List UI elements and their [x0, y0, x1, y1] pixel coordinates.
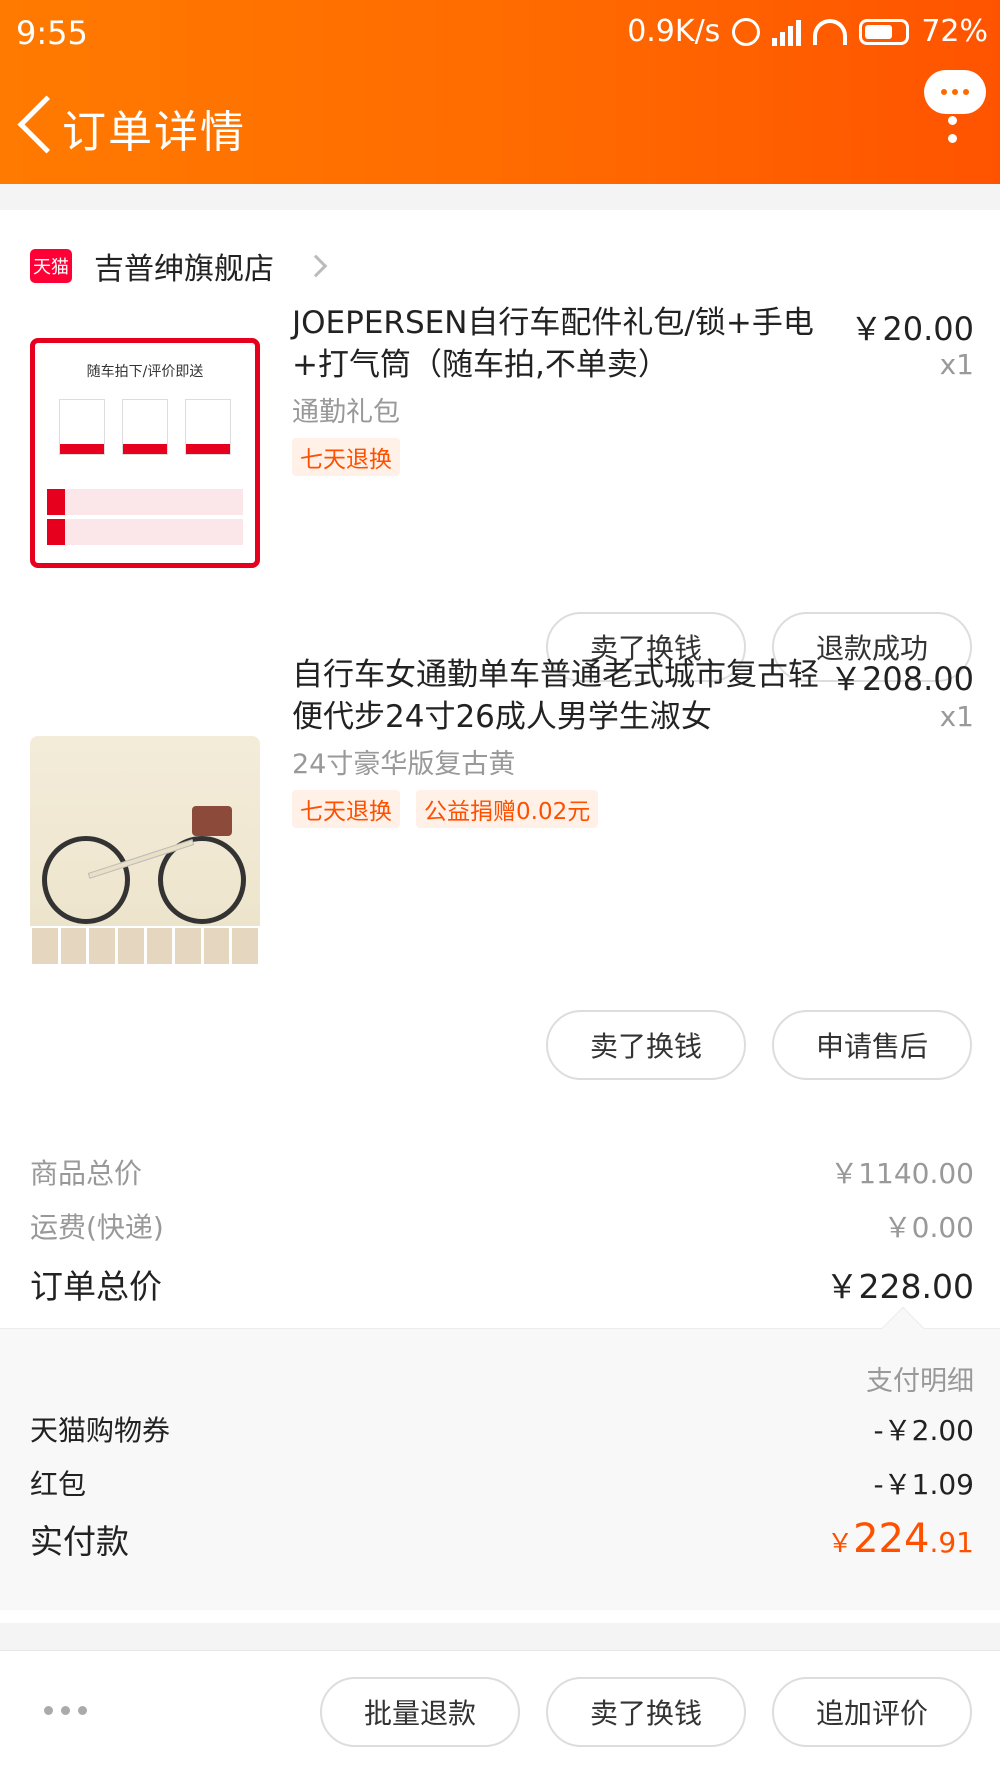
product-tags: 七天退换 [292, 438, 400, 476]
batch-refund-button[interactable]: 批量退款 [320, 1677, 520, 1747]
alarm-icon [732, 17, 761, 46]
service-tag: 七天退换 [292, 790, 400, 828]
page-title: 订单详情 [62, 107, 246, 158]
after-sale-button[interactable]: 申请售后 [772, 1010, 972, 1080]
status-bar: 9:55 0.9K/s 72% [0, 0, 1000, 64]
goods-total-row: 商品总价 ￥1140.00 [30, 1152, 974, 1192]
tmall-badge: 天猫 [30, 249, 72, 283]
battery-percent: 72% [921, 14, 988, 49]
goods-total-label: 商品总价 [30, 1157, 143, 1190]
paid-label: 实付款 [30, 1522, 129, 1561]
product-name[interactable]: JOEPERSEN自行车配件礼包/锁+手电+打气筒（随车拍,不单卖） [292, 302, 832, 386]
product-qty: x1 [939, 700, 974, 733]
paid-value: ￥224.91 [827, 1516, 974, 1562]
product-qty: x1 [939, 348, 974, 381]
product-sku: 通勤礼包 [292, 397, 400, 428]
payment-details: 支付明细 天猫购物券 -￥2.00 红包 -￥1.09 实付款 ￥224.91 [0, 1306, 1000, 1610]
shipping-label: 运费(快递) [30, 1211, 164, 1244]
status-time: 9:55 [16, 14, 88, 52]
shipping-row: 运费(快递) ￥0.00 [30, 1206, 974, 1246]
more-icon[interactable] [948, 116, 958, 152]
order-total-row: 订单总价 ￥228.00 [30, 1260, 974, 1308]
paid-row: 实付款 ￥224.91 [30, 1515, 974, 1563]
more-options-icon[interactable] [44, 1706, 87, 1715]
product-sku: 24寸豪华版复古黄 [292, 749, 516, 780]
signal-icon [772, 18, 802, 46]
payment-title: 支付明细 [866, 1366, 974, 1397]
message-icon[interactable] [924, 70, 986, 114]
store-header[interactable]: 天猫 吉普绅旗舰店 [30, 244, 328, 288]
service-tag: 七天退换 [292, 438, 400, 476]
wifi-icon [813, 18, 848, 45]
more-menu-button[interactable] [922, 70, 986, 150]
chevron-right-icon [304, 254, 328, 278]
product-name[interactable]: 自行车女通勤单车普通老式城市复古轻便代步24寸26成人男学生淑女 [292, 654, 832, 738]
product-price: ￥208.00 [830, 660, 974, 698]
order-total-label: 订单总价 [30, 1267, 162, 1306]
coupon-row: 天猫购物券 -￥2.00 [30, 1409, 974, 1449]
product-image[interactable]: 随车拍下/评价即送 [30, 338, 260, 568]
shipping-value: ￥0.00 [883, 1211, 974, 1244]
top-bar: 9:55 0.9K/s 72% 订单详情 [0, 0, 1000, 184]
back-icon[interactable] [14, 90, 60, 160]
coupon-label: 天猫购物券 [30, 1414, 171, 1447]
thumb-header: 随车拍下/评价即送 [86, 364, 204, 380]
redpacket-label: 红包 [30, 1468, 87, 1501]
bottom-action-bar: 批量退款 卖了换钱 追加评价 [0, 1650, 1000, 1777]
charity-tag: 公益捐赠0.02元 [416, 790, 599, 828]
goods-total-value: ￥1140.00 [830, 1157, 974, 1190]
sell-button[interactable]: 卖了换钱 [546, 1010, 746, 1080]
order-card: 天猫 吉普绅旗舰店 随车拍下/评价即送 JOEPERSEN自行车配件礼包/锁+手… [0, 210, 1000, 1623]
add-review-button[interactable]: 追加评价 [772, 1677, 972, 1747]
redpacket-value: -￥1.09 [873, 1468, 974, 1501]
net-speed: 0.9K/s [627, 14, 721, 49]
product-tags: 七天退换 公益捐赠0.02元 [292, 790, 599, 828]
battery-icon [859, 18, 910, 45]
redpacket-row: 红包 -￥1.09 [30, 1463, 974, 1503]
status-right: 0.9K/s 72% [627, 14, 988, 49]
caret-up-icon [881, 1306, 925, 1350]
product-image[interactable] [30, 736, 260, 966]
sell-button[interactable]: 卖了换钱 [546, 1677, 746, 1747]
order-total-value: ￥228.00 [825, 1267, 974, 1306]
store-name[interactable]: 吉普绅旗舰店 [94, 244, 274, 288]
nav-bar: 订单详情 [0, 70, 1000, 180]
product-price: ￥20.00 [850, 310, 974, 348]
coupon-value: -￥2.00 [873, 1414, 974, 1447]
